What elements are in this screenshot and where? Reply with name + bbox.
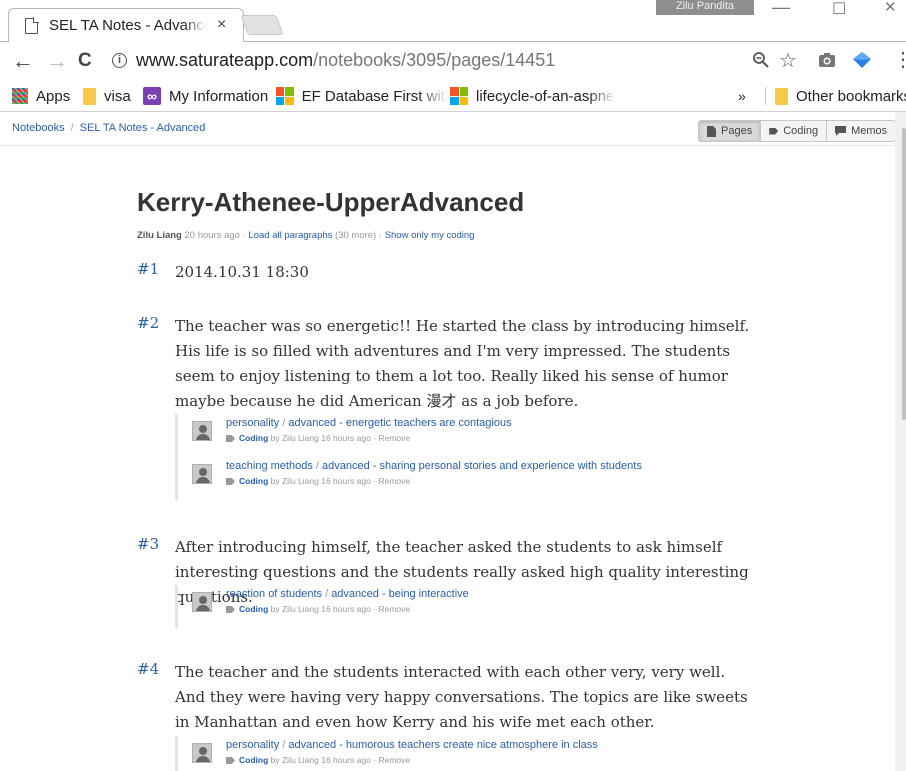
minimize-icon[interactable]: — xyxy=(772,0,790,18)
avatar xyxy=(192,592,212,612)
remove-coding-link[interactable]: Remove xyxy=(378,433,410,443)
paragraph: #1 2014.10.31 18:30 xyxy=(137,260,757,290)
code-link[interactable]: reaction of students / advanced - being … xyxy=(226,588,469,600)
star-icon[interactable]: ☆ xyxy=(779,48,797,73)
profile-button[interactable]: Zilu Pandita xyxy=(656,0,754,15)
zoom-icon[interactable] xyxy=(752,51,770,69)
paragraph-number[interactable]: #4 xyxy=(137,660,159,678)
bookmark-my-information[interactable]: ∞ My Information xyxy=(143,86,268,106)
paragraph-text: The teacher and the students interacted … xyxy=(175,663,748,731)
page-meta: Zilu Liang 20 hours ago · Load all parag… xyxy=(137,230,475,241)
coding-meta: Coding by Zilu Liang 16 hours ago · Remo… xyxy=(226,433,410,443)
tag-icon xyxy=(226,606,235,613)
app-subnav: Notebooks / SEL TA Notes - Advanced Pages … xyxy=(0,112,897,146)
browser-toolbar: ← → C i www.saturateapp.com/notebooks/30… xyxy=(0,42,906,80)
new-tab-button[interactable] xyxy=(240,15,284,35)
code-link[interactable]: personality / advanced - humorous teache… xyxy=(226,739,598,751)
back-icon[interactable]: ← xyxy=(12,48,34,74)
scrollbar-thumb[interactable] xyxy=(902,128,906,420)
bookmark-apps[interactable]: Apps xyxy=(12,86,70,106)
remove-coding-link[interactable]: Remove xyxy=(378,755,410,765)
code-link[interactable]: personality / advanced - energetic teach… xyxy=(226,417,512,429)
bookmark-lifecycle[interactable]: lifecycle-of-an-aspnet xyxy=(450,86,618,106)
paragraph-number[interactable]: #2 xyxy=(137,314,159,332)
info-icon[interactable]: i xyxy=(112,53,127,68)
tab-coding[interactable]: Coding xyxy=(760,120,828,142)
page-viewport: Notebooks / SEL TA Notes - Advanced Pages … xyxy=(0,112,906,771)
maximize-icon[interactable]: ☐ xyxy=(832,0,846,19)
coding-meta: Coding by Zilu Liang 16 hours ago · Remo… xyxy=(226,604,410,614)
tag-icon xyxy=(226,435,235,442)
breadcrumb-notebooks[interactable]: Notebooks xyxy=(12,122,65,134)
page-icon xyxy=(707,125,716,137)
bookmarks-bar: Apps visa ∞ My Information EF Database Fi… xyxy=(0,80,906,112)
tab-pages[interactable]: Pages xyxy=(698,120,762,142)
tag-icon xyxy=(226,478,235,485)
avatar xyxy=(192,421,212,441)
microsoft-icon xyxy=(276,87,294,105)
paragraph-text: The teacher was so energetic!! He starte… xyxy=(175,317,750,410)
comment-icon xyxy=(835,126,847,136)
remove-coding-link[interactable]: Remove xyxy=(378,604,410,614)
load-all-paragraphs-link[interactable]: Load all paragraphs xyxy=(248,230,332,241)
tag-icon xyxy=(769,127,779,135)
tag-icon xyxy=(226,757,235,764)
page-icon xyxy=(25,17,39,34)
menu-icon[interactable]: ⋮ xyxy=(893,47,906,72)
folder-icon xyxy=(83,87,96,105)
forward-icon[interactable]: → xyxy=(46,48,68,74)
coding-meta: Coding by Zilu Liang 16 hours ago · Remo… xyxy=(226,476,410,486)
coding-list: personality / advanced - energetic teach… xyxy=(175,414,642,500)
paragraph-number[interactable]: #3 xyxy=(137,535,159,553)
paragraph: #4 The teacher and the students interact… xyxy=(137,660,757,771)
url-text[interactable]: www.saturateapp.com/notebooks/3095/pages… xyxy=(136,50,555,71)
address-bar[interactable]: i www.saturateapp.com/notebooks/3095/pag… xyxy=(108,47,712,75)
close-window-icon[interactable]: ✕ xyxy=(884,0,897,16)
coding-meta: Coding by Zilu Liang 16 hours ago · Remo… xyxy=(226,755,410,765)
bookmarks-overflow[interactable]: » xyxy=(738,86,746,106)
bookmark-other[interactable]: Other bookmarks xyxy=(775,86,906,106)
page-title: Kerry-Athenee-UpperAdvanced xyxy=(137,187,525,217)
view-switcher: Pages Coding Memos xyxy=(698,120,897,142)
avatar xyxy=(192,464,212,484)
microsoft-icon xyxy=(450,87,468,105)
author-name: Zilu Liang xyxy=(137,230,182,241)
reload-icon[interactable]: C xyxy=(78,50,92,72)
coding-list: personality / advanced - humorous teache… xyxy=(175,736,598,771)
tab-close-icon[interactable]: × xyxy=(217,16,226,34)
tab-title: SEL TA Notes - Advanced xyxy=(49,17,207,34)
paragraph: #3 After introducing himself, the teache… xyxy=(137,535,757,635)
browser-titlebar: SEL TA Notes - Advanced × Zilu Pandita —… xyxy=(0,0,906,42)
paragraph-text: 2014.10.31 18:30 xyxy=(175,263,309,281)
visual-studio-icon: ∞ xyxy=(143,87,161,105)
tab-memos[interactable]: Memos xyxy=(826,120,897,142)
breadcrumb: Notebooks / SEL TA Notes - Advanced xyxy=(12,122,206,134)
extension-icon[interactable] xyxy=(852,51,872,69)
bookmark-ef-database[interactable]: EF Database First with xyxy=(276,86,448,106)
bookmark-visa[interactable]: visa xyxy=(83,86,131,106)
folder-icon xyxy=(775,87,788,105)
apps-icon xyxy=(12,88,28,104)
show-only-my-coding-link[interactable]: Show only my coding xyxy=(385,230,475,241)
breadcrumb-current[interactable]: SEL TA Notes - Advanced xyxy=(80,122,206,134)
paragraph-number[interactable]: #1 xyxy=(137,260,159,278)
camera-icon[interactable] xyxy=(818,51,836,69)
avatar xyxy=(192,743,212,763)
browser-tab[interactable]: SEL TA Notes - Advanced × xyxy=(8,8,244,42)
coding-list: reaction of students / advanced - being … xyxy=(175,585,469,628)
code-link[interactable]: teaching methods / advanced - sharing pe… xyxy=(226,460,642,472)
remove-coding-link[interactable]: Remove xyxy=(378,476,410,486)
paragraph: #2 The teacher was so energetic!! He sta… xyxy=(137,314,757,504)
